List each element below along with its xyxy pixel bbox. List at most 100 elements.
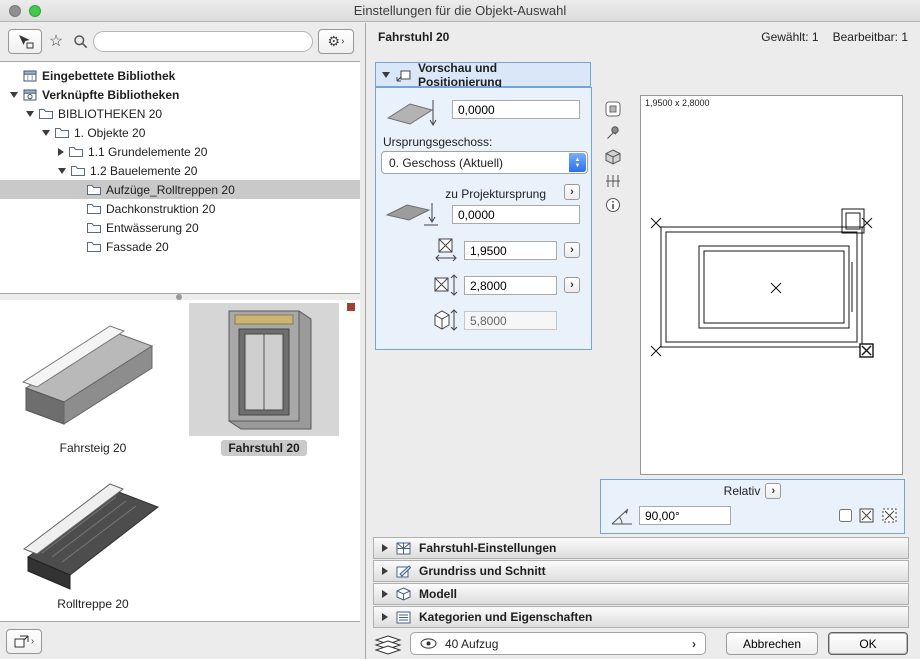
chevron-right-icon: › — [341, 36, 344, 47]
selection-status: Gewählt: 1 Bearbeitbar: 1 — [761, 30, 908, 44]
tree-item-label: Aufzüge_Rolltreppen 20 — [106, 183, 235, 197]
preview-plan-button[interactable] — [602, 100, 624, 118]
tree-item-label: Eingebettete Bibliothek — [42, 69, 175, 83]
gallery-item-fahrsteig[interactable] — [14, 308, 172, 436]
chevron-down-icon[interactable] — [10, 92, 18, 98]
tree-item-bibliotheken-20[interactable]: BIBLIOTHEKEN 20 — [0, 104, 360, 123]
hotspot-solid-icon[interactable] — [859, 508, 874, 523]
settings-gear-button[interactable]: ⚙ › — [318, 29, 354, 54]
object-settings-dialog: Einstellungen für die Objekt-Auswahl ☆ ⚙… — [0, 0, 920, 659]
chevron-right-icon[interactable] — [382, 544, 388, 552]
title-bar[interactable]: Einstellungen für die Objekt-Auswahl — [0, 0, 920, 22]
chevron-down-icon[interactable] — [382, 72, 390, 78]
search-icon — [72, 33, 88, 49]
preview-mode-strip — [602, 100, 624, 220]
cancel-button[interactable]: Abbrechen — [726, 632, 818, 655]
tree-item-label: Verknüpfte Bibliotheken — [42, 88, 179, 102]
window-title: Einstellungen für die Objekt-Auswahl — [354, 3, 566, 18]
object-settings-panel: Fahrstuhl 20 Gewählt: 1 Bearbeitbar: 1 V… — [366, 23, 920, 659]
ok-button[interactable]: OK — [828, 632, 908, 655]
chevron-down-icon[interactable] — [58, 168, 66, 174]
chevron-right-icon[interactable] — [382, 613, 388, 621]
tree-item-aufzuege-rolltreppen[interactable]: Aufzüge_Rolltreppen 20 — [0, 180, 360, 199]
tree-item-entwaesserung[interactable]: Entwässerung 20 — [0, 218, 360, 237]
width-options-button[interactable]: › — [564, 242, 580, 258]
plan-section-icon — [396, 565, 411, 578]
depth-options-button[interactable]: › — [564, 277, 580, 293]
positioning-controls: Ursprungsgeschoss: 0. Geschoss (Aktuell)… — [375, 87, 592, 350]
gallery-scroll-indicator[interactable] — [347, 303, 355, 311]
pushpin-icon[interactable] — [602, 124, 624, 142]
close-window-button[interactable] — [9, 5, 21, 17]
rolltreppe-thumbnail — [18, 465, 168, 593]
home-story-label: Ursprungsgeschoss: — [383, 135, 492, 149]
chevron-down-icon[interactable] — [26, 111, 34, 117]
tree-item-fassade[interactable]: Fassade 20 — [0, 237, 360, 256]
home-story-select[interactable]: 0. Geschoss (Aktuell) ▲▼ — [381, 151, 588, 174]
fahrsteig-thumbnail — [18, 316, 168, 436]
preview-canvas[interactable]: 1,9500 x 2,8000 — [640, 95, 903, 475]
to-origin-options-button[interactable]: › — [564, 184, 580, 200]
height-icon — [432, 307, 458, 333]
relative-options-button[interactable]: › — [765, 483, 781, 499]
chevron-right-icon[interactable] — [382, 590, 388, 598]
chevron-down-icon[interactable] — [42, 130, 50, 136]
section-preview-positioning-header[interactable]: Vorschau und Positionierung — [375, 62, 591, 87]
width-icon — [434, 238, 458, 262]
top-elevation-input — [464, 311, 557, 330]
mirror-checkbox[interactable] — [839, 509, 852, 522]
embedded-library-icon — [23, 70, 37, 82]
layer-select[interactable]: 40 Aufzug › — [410, 632, 706, 655]
rotation-angle-input[interactable] — [639, 506, 731, 525]
tree-item-label: 1.2 Bauelemente 20 — [90, 164, 197, 178]
favorites-star-button[interactable]: ☆ — [46, 31, 66, 51]
object-browser-button[interactable] — [8, 29, 42, 54]
chevron-right-icon[interactable] — [58, 148, 64, 156]
folder-icon — [87, 203, 101, 214]
zoom-window-button[interactable] — [29, 5, 41, 17]
hotspot-dashed-icon[interactable] — [882, 508, 897, 523]
preview-3d-button[interactable] — [602, 148, 624, 166]
gallery-item-label[interactable]: Fahrsteig 20 — [14, 440, 172, 456]
gallery-item-label[interactable]: Fahrstuhl 20 — [182, 440, 346, 456]
tree-item-linked-libraries[interactable]: Verknüpfte Bibliotheken — [0, 85, 360, 104]
layer-value: 40 Aufzug — [445, 637, 498, 651]
width-input[interactable] — [464, 241, 557, 260]
relative-rotation-box: Relativ › — [600, 479, 905, 534]
section-grundriss-und-schnitt[interactable]: Grundriss und Schnitt — [373, 560, 909, 582]
library-browser-panel: ☆ ⚙ › Eingebettete Bibliothek — [0, 23, 366, 659]
chevron-right-icon[interactable] — [382, 567, 388, 575]
tree-item-label: BIBLIOTHEKEN 20 — [58, 107, 162, 121]
linked-library-icon — [23, 89, 37, 101]
editable-count: Bearbeitbar: 1 — [833, 30, 908, 44]
section-marker-icon[interactable] — [602, 172, 624, 190]
home-story-value: 0. Geschoss (Aktuell) — [389, 156, 503, 170]
to-origin-icon — [384, 200, 438, 228]
depth-input[interactable] — [464, 276, 557, 295]
tree-item-grundelemente-20[interactable]: 1.1 Grundelemente 20 — [0, 142, 360, 161]
gallery-item-label[interactable]: Rolltreppe 20 — [14, 596, 172, 612]
section-kategorien-und-eigenschaften[interactable]: Kategorien und Eigenschaften — [373, 606, 909, 628]
gallery-item-rolltreppe[interactable] — [14, 460, 172, 593]
fahrstuhl-thumbnail — [189, 303, 339, 436]
tree-item-embedded-library[interactable]: Eingebettete Bibliothek — [0, 66, 360, 85]
tree-item-label: Dachkonstruktion 20 — [106, 202, 215, 216]
load-library-button[interactable]: › — [6, 629, 42, 654]
folder-icon — [55, 127, 69, 138]
library-bottom-bar: › — [0, 622, 360, 659]
elevation-input[interactable] — [452, 100, 580, 119]
tree-item-objekte-20[interactable]: 1. Objekte 20 — [0, 123, 360, 142]
load-library-icon — [14, 635, 30, 649]
library-search-input[interactable] — [93, 31, 313, 52]
tree-item-bauelemente-20[interactable]: 1.2 Bauelemente 20 — [0, 161, 360, 180]
to-origin-input[interactable] — [452, 205, 580, 224]
tree-item-dachkonstruktion[interactable]: Dachkonstruktion 20 — [0, 199, 360, 218]
model-cube-icon — [396, 587, 411, 601]
depth-icon — [434, 273, 458, 297]
section-modell[interactable]: Modell — [373, 583, 909, 605]
section-title: Vorschau und Positionierung — [418, 61, 584, 89]
info-icon[interactable] — [602, 196, 624, 214]
section-fahrstuhl-einstellungen[interactable]: Fahrstuhl-Einstellungen — [373, 537, 909, 559]
star-icon: ☆ — [49, 31, 63, 51]
gallery-item-fahrstuhl[interactable] — [182, 303, 346, 436]
